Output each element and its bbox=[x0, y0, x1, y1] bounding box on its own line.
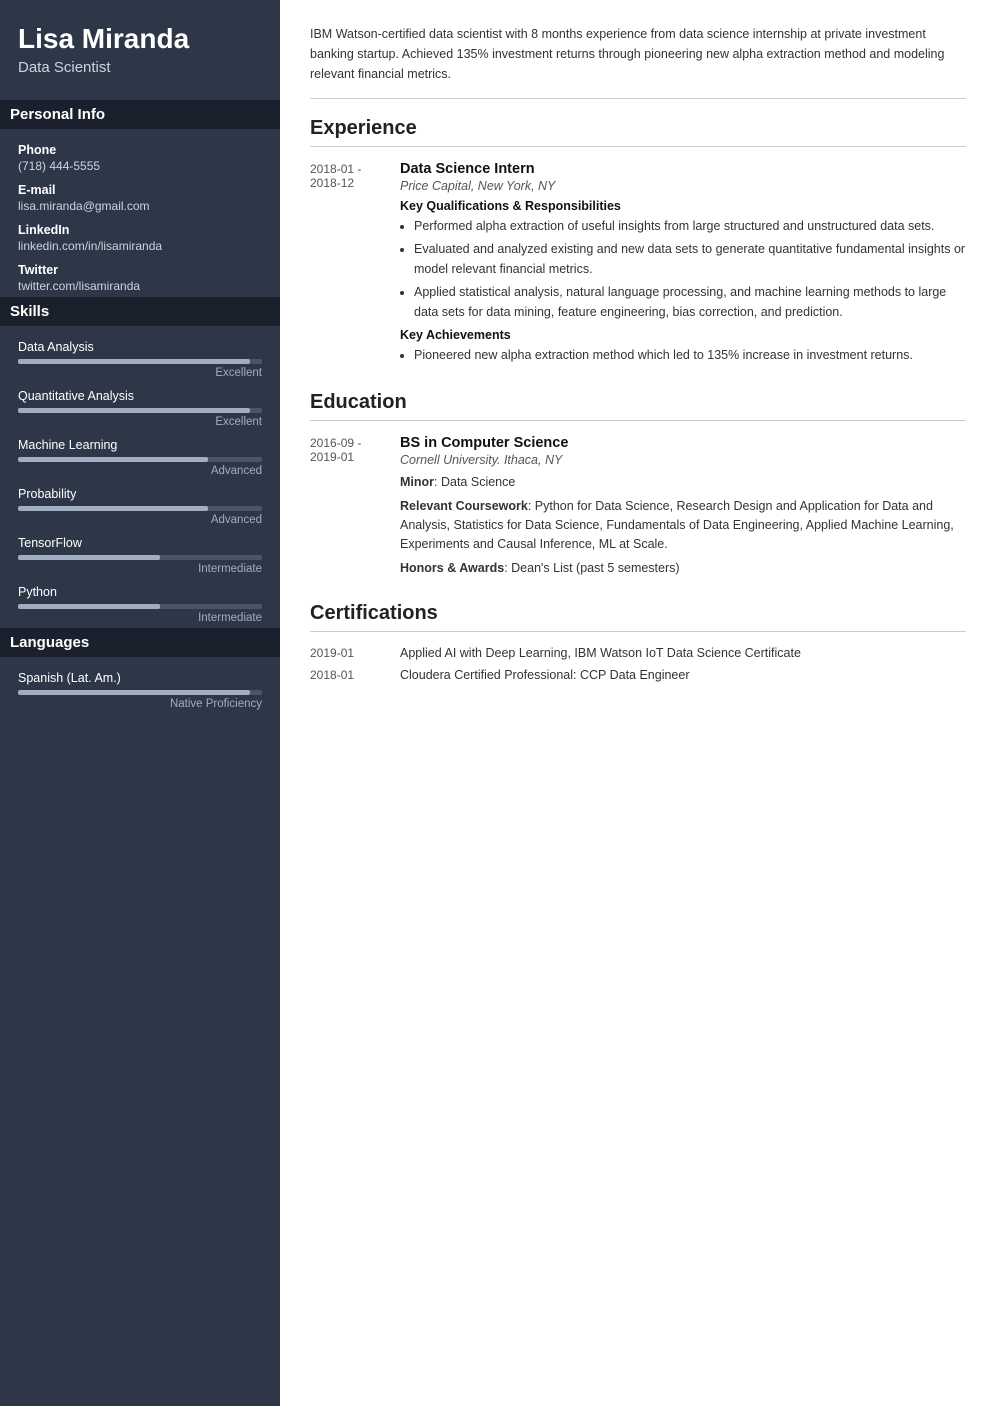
skills-heading: Skills bbox=[0, 297, 280, 326]
honors-label: Honors & Awards bbox=[400, 561, 504, 575]
education-heading: Education bbox=[310, 391, 966, 421]
cert-text: Applied AI with Deep Learning, IBM Watso… bbox=[400, 646, 801, 660]
skill-bar-bg bbox=[18, 408, 262, 413]
skill-item: Quantitative Analysis Excellent bbox=[18, 389, 262, 428]
experience-content: Data Science Intern Price Capital, New Y… bbox=[400, 161, 966, 371]
cert-text: Cloudera Certified Professional: CCP Dat… bbox=[400, 668, 690, 682]
skill-name: Quantitative Analysis bbox=[18, 389, 262, 403]
skill-level: Excellent bbox=[18, 367, 262, 379]
skill-item: Data Analysis Excellent bbox=[18, 340, 262, 379]
skill-bar-bg bbox=[18, 604, 262, 609]
education-content: BS in Computer Science Cornell Universit… bbox=[400, 435, 966, 582]
certifications-heading: Certifications bbox=[310, 602, 966, 632]
skill-name: Data Analysis bbox=[18, 340, 262, 354]
cert-date: 2018-01 bbox=[310, 668, 400, 682]
skill-level: Intermediate bbox=[18, 612, 262, 624]
candidate-name: Lisa Miranda bbox=[18, 24, 262, 55]
language-level: Native Proficiency bbox=[18, 698, 262, 710]
minor-text: Minor: Data Science bbox=[400, 473, 966, 492]
certifications-section: Certifications 2019-01Applied AI with De… bbox=[310, 602, 966, 682]
skill-name: Machine Learning bbox=[18, 438, 262, 452]
skill-bar-bg bbox=[18, 457, 262, 462]
twitter-label: Twitter bbox=[18, 263, 262, 277]
certifications-list: 2019-01Applied AI with Deep Learning, IB… bbox=[310, 646, 966, 682]
education-entry: 2016-09 -2019-01 BS in Computer Science … bbox=[310, 435, 966, 582]
bullet-3: Applied statistical analysis, natural la… bbox=[414, 283, 966, 322]
education-section: Education 2016-09 -2019-01 BS in Compute… bbox=[310, 391, 966, 582]
skill-item: Python Intermediate bbox=[18, 585, 262, 624]
skill-bar-fill bbox=[18, 408, 250, 413]
cert-entry: 2018-01Cloudera Certified Professional: … bbox=[310, 668, 966, 682]
linkedin-label: LinkedIn bbox=[18, 223, 262, 237]
language-item: Spanish (Lat. Am.) Native Proficiency bbox=[18, 671, 262, 710]
languages-list: Spanish (Lat. Am.) Native Proficiency bbox=[18, 671, 262, 710]
kq-label: Key Qualifications & Responsibilities bbox=[400, 199, 966, 213]
skill-bar-fill bbox=[18, 457, 208, 462]
skill-bar-bg bbox=[18, 359, 262, 364]
summary-text: IBM Watson-certified data scientist with… bbox=[310, 24, 966, 99]
skill-bar-fill bbox=[18, 555, 160, 560]
resume: Lisa Miranda Data Scientist Personal Inf… bbox=[0, 0, 996, 1406]
sidebar: Lisa Miranda Data Scientist Personal Inf… bbox=[0, 0, 280, 1406]
bullet-2: Evaluated and analyzed existing and new … bbox=[414, 240, 966, 279]
education-subtitle: Cornell University. Ithaca, NY bbox=[400, 453, 966, 467]
cert-date: 2019-01 bbox=[310, 646, 400, 660]
language-bar-fill bbox=[18, 690, 250, 695]
minor-colon: : bbox=[434, 475, 441, 489]
ka-label: Key Achievements bbox=[400, 328, 966, 342]
skill-level: Advanced bbox=[18, 514, 262, 526]
skill-item: Probability Advanced bbox=[18, 487, 262, 526]
skills-list: Data AnalysisExcellentQuantitative Analy… bbox=[18, 340, 262, 624]
experience-section: Experience 2018-01 -2018-12 Data Science… bbox=[310, 117, 966, 371]
phone-value: (718) 444-5555 bbox=[18, 159, 262, 173]
coursework-colon: : bbox=[528, 499, 535, 513]
candidate-title: Data Scientist bbox=[18, 59, 262, 76]
skill-level: Intermediate bbox=[18, 563, 262, 575]
languages-heading: Languages bbox=[0, 628, 280, 657]
skill-name: Python bbox=[18, 585, 262, 599]
skill-name: Probability bbox=[18, 487, 262, 501]
education-title: BS in Computer Science bbox=[400, 435, 966, 451]
experience-heading: Experience bbox=[310, 117, 966, 147]
skill-bar-fill bbox=[18, 604, 160, 609]
kq-bullets: Performed alpha extraction of useful ins… bbox=[414, 217, 966, 322]
achievement-1: Pioneered new alpha extraction method wh… bbox=[414, 346, 966, 365]
minor-label: Minor bbox=[400, 475, 434, 489]
minor-value: Data Science bbox=[441, 475, 515, 489]
email-value: lisa.miranda@gmail.com bbox=[18, 199, 262, 213]
linkedin-value: linkedin.com/in/lisamiranda bbox=[18, 239, 262, 253]
ka-bullets: Pioneered new alpha extraction method wh… bbox=[414, 346, 966, 365]
experience-entry: 2018-01 -2018-12 Data Science Intern Pri… bbox=[310, 161, 966, 371]
skill-bar-fill bbox=[18, 359, 250, 364]
coursework-text: Relevant Coursework: Python for Data Sci… bbox=[400, 497, 966, 555]
skill-item: Machine Learning Advanced bbox=[18, 438, 262, 477]
skill-level: Excellent bbox=[18, 416, 262, 428]
experience-subtitle: Price Capital, New York, NY bbox=[400, 179, 966, 193]
language-name: Spanish (Lat. Am.) bbox=[18, 671, 262, 685]
main-content: IBM Watson-certified data scientist with… bbox=[280, 0, 996, 1406]
phone-label: Phone bbox=[18, 143, 262, 157]
experience-title: Data Science Intern bbox=[400, 161, 966, 177]
honors-value: Dean's List (past 5 semesters) bbox=[511, 561, 679, 575]
education-date: 2016-09 -2019-01 bbox=[310, 435, 400, 582]
skill-level: Advanced bbox=[18, 465, 262, 477]
skill-bar-bg bbox=[18, 506, 262, 511]
skill-item: TensorFlow Intermediate bbox=[18, 536, 262, 575]
honors-text: Honors & Awards: Dean's List (past 5 sem… bbox=[400, 559, 966, 578]
coursework-label: Relevant Coursework bbox=[400, 499, 528, 513]
skill-name: TensorFlow bbox=[18, 536, 262, 550]
personal-info-heading: Personal Info bbox=[0, 100, 280, 129]
email-label: E-mail bbox=[18, 183, 262, 197]
bullet-1: Performed alpha extraction of useful ins… bbox=[414, 217, 966, 236]
twitter-value: twitter.com/lisamiranda bbox=[18, 279, 262, 293]
experience-date: 2018-01 -2018-12 bbox=[310, 161, 400, 371]
skill-bar-bg bbox=[18, 555, 262, 560]
skill-bar-fill bbox=[18, 506, 208, 511]
cert-entry: 2019-01Applied AI with Deep Learning, IB… bbox=[310, 646, 966, 660]
language-bar-bg bbox=[18, 690, 262, 695]
